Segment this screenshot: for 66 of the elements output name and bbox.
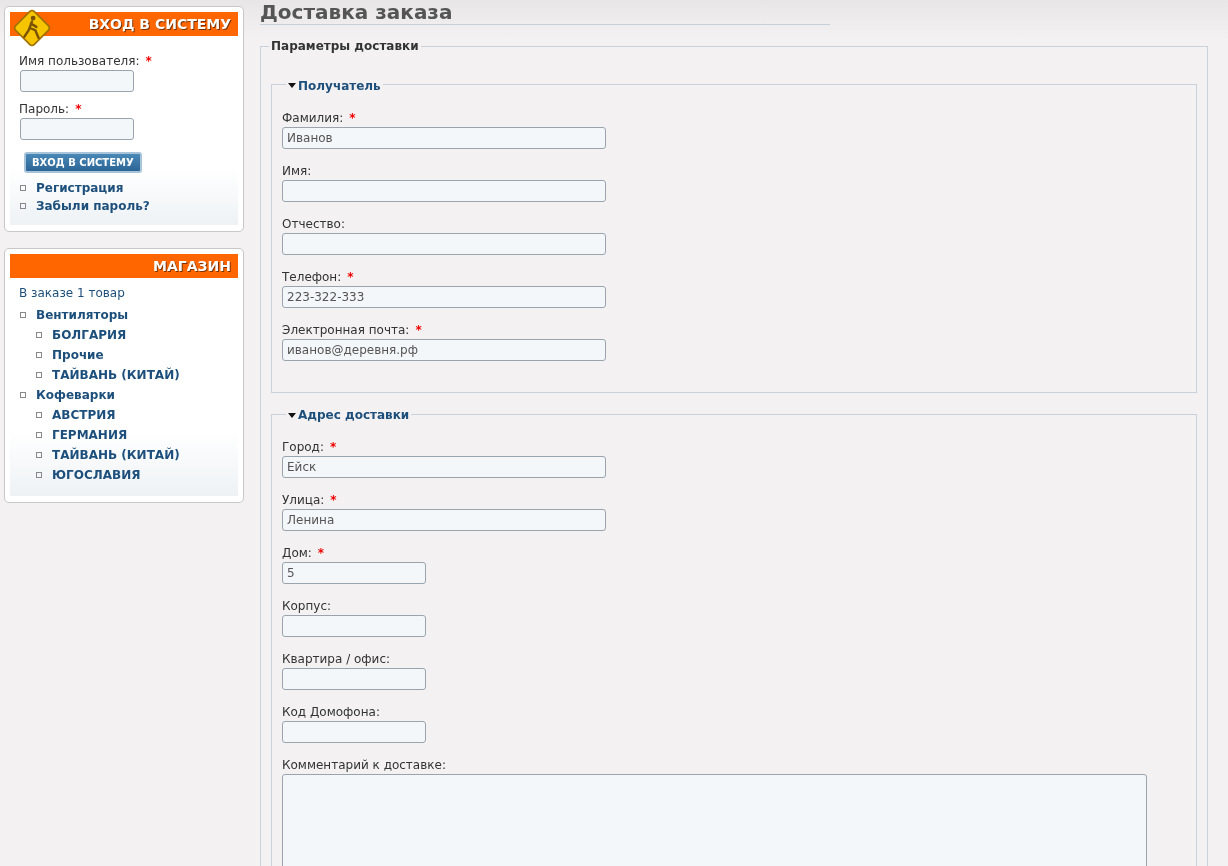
- bullet-icon: [36, 372, 42, 378]
- category-link[interactable]: ГЕРМАНИЯ: [52, 428, 128, 442]
- link[interactable]: Регистрация: [36, 181, 124, 195]
- bullet-icon: [36, 352, 42, 358]
- category-link[interactable]: АВСТРИЯ: [52, 408, 116, 422]
- page-title: Доставка заказа: [260, 0, 830, 25]
- input-field[interactable]: 5: [282, 562, 426, 584]
- field-label: Пароль:: [19, 102, 70, 116]
- required-mark: *: [349, 110, 356, 125]
- input-field[interactable]: [20, 70, 134, 92]
- field-label: Телефон:: [282, 269, 342, 284]
- bullet-icon: [20, 185, 26, 191]
- bullet-icon: [36, 412, 42, 418]
- field-label: Имя:: [282, 163, 312, 178]
- field-label: Дом:: [282, 546, 312, 560]
- field-label: Код Домофона:: [282, 705, 380, 719]
- input-field[interactable]: [282, 232, 606, 255]
- section-toggle[interactable]: Получатель: [288, 78, 381, 93]
- required-mark: *: [329, 440, 337, 454]
- category-link[interactable]: БОЛГАРИЯ: [52, 328, 127, 342]
- field-label: Фамилия:: [282, 110, 344, 125]
- cart-link[interactable]: В заказе 1 товар: [19, 286, 125, 300]
- field-label: Улица:: [282, 493, 325, 507]
- input-field[interactable]: иванов@деревня.рф: [282, 338, 606, 361]
- section-toggle[interactable]: Адрес доставки: [288, 408, 410, 422]
- bullet-icon: [36, 332, 42, 338]
- bullet-icon: [20, 391, 26, 398]
- input-field[interactable]: [282, 721, 426, 743]
- category-link[interactable]: Прочие: [52, 348, 104, 362]
- bullet-icon: [20, 311, 26, 318]
- required-mark: *: [317, 546, 325, 560]
- fieldset-legend: Параметры доставки: [269, 39, 421, 53]
- input-field[interactable]: [282, 668, 426, 690]
- bullet-icon: [36, 472, 42, 478]
- required-mark: *: [75, 102, 82, 116]
- category-link[interactable]: ТАЙВАНЬ (КИТАЙ): [52, 448, 180, 462]
- panel-title: МАГАЗИН: [153, 258, 231, 274]
- field-label: Имя пользователя:: [19, 54, 140, 68]
- category-link[interactable]: Кофеварки: [36, 388, 115, 402]
- field-label: Отчество:: [282, 216, 345, 231]
- input-field[interactable]: Ейск: [282, 456, 606, 478]
- required-mark: *: [330, 493, 337, 507]
- bullet-icon: [20, 203, 26, 209]
- login-button[interactable]: ВХОД В СИСТЕМУ: [24, 152, 142, 173]
- input-field[interactable]: [282, 179, 606, 202]
- bullet-icon: [36, 432, 42, 438]
- category-link[interactable]: Вентиляторы: [36, 308, 129, 322]
- input-field[interactable]: [20, 118, 134, 140]
- field-label: Корпус:: [282, 599, 332, 613]
- textarea-field[interactable]: [282, 774, 1147, 866]
- panel-title: ВХОД В СИСТЕМУ: [88, 16, 231, 32]
- required-mark: *: [145, 54, 152, 68]
- field-label: Комментарий к доставке:: [282, 758, 446, 772]
- required-mark: *: [415, 322, 422, 337]
- link[interactable]: Забыли пароль?: [36, 199, 150, 213]
- input-field[interactable]: Иванов: [282, 126, 606, 149]
- input-field[interactable]: Ленина: [282, 509, 606, 531]
- input-field[interactable]: 223-322-333: [282, 285, 606, 308]
- field-label: Город:: [282, 440, 324, 454]
- field-label: Электронная почта:: [282, 322, 410, 337]
- category-link[interactable]: ЮГОСЛАВИЯ: [52, 468, 141, 482]
- bullet-icon: [36, 452, 42, 458]
- category-link[interactable]: ТАЙВАНЬ (КИТАЙ): [52, 368, 180, 382]
- required-mark: *: [347, 269, 354, 284]
- field-label: Квартира / офис:: [282, 652, 391, 666]
- input-field[interactable]: [282, 615, 426, 637]
